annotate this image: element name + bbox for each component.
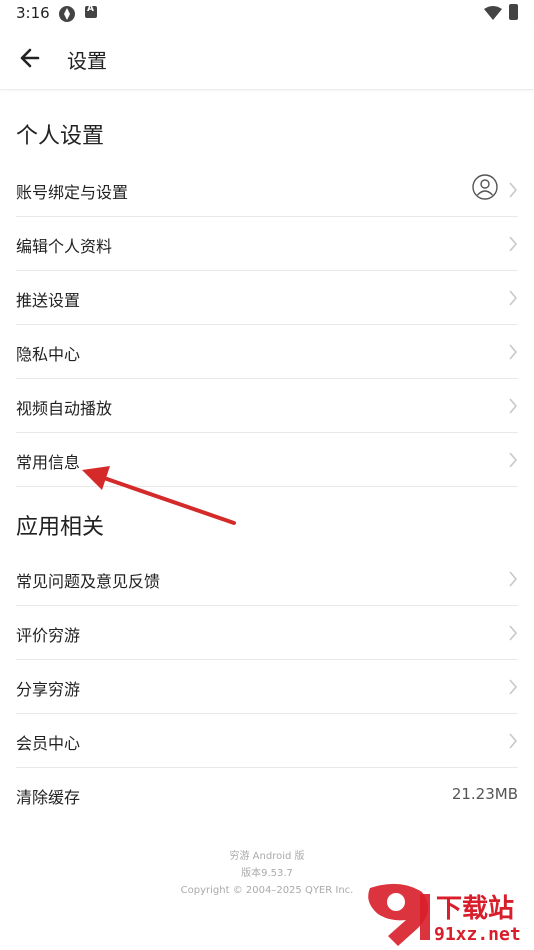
row-label: 账号绑定与设置 bbox=[16, 183, 129, 202]
chevron-right-icon bbox=[509, 452, 518, 468]
cache-size-value: 21.23MB bbox=[451, 785, 518, 803]
footer-app-name: 穷游 Android 版 bbox=[229, 851, 305, 862]
chevron-right-icon bbox=[509, 733, 518, 749]
watermark-text: 下载站 bbox=[436, 894, 515, 924]
chevron-right-icon bbox=[509, 625, 518, 641]
chevron-right-icon bbox=[509, 182, 518, 198]
watermark-url: 91xz.net bbox=[434, 924, 521, 945]
row-label: 常用信息 bbox=[16, 453, 81, 472]
settings-row-privacy[interactable]: 隐私中心 bbox=[16, 325, 518, 379]
row-label: 编辑个人资料 bbox=[16, 237, 113, 256]
settings-row-edit-profile[interactable]: 编辑个人资料 bbox=[16, 217, 518, 271]
a-notification-icon bbox=[85, 4, 97, 18]
row-label: 推送设置 bbox=[16, 291, 81, 310]
settings-row-faq-feedback[interactable]: 常见问题及意见反馈 bbox=[16, 552, 518, 606]
settings-row-common-info[interactable]: 常用信息 bbox=[16, 433, 518, 487]
settings-row-share-app[interactable]: 分享穷游 bbox=[16, 660, 518, 714]
page-title: 设置 bbox=[67, 49, 107, 73]
row-label: 常见问题及意见反馈 bbox=[16, 572, 161, 591]
back-arrow-icon[interactable] bbox=[14, 43, 48, 73]
chevron-right-icon bbox=[509, 344, 518, 360]
row-label: 视频自动播放 bbox=[16, 399, 113, 418]
section-title-app: 应用相关 bbox=[16, 515, 105, 540]
chevron-right-icon bbox=[509, 236, 518, 252]
settings-row-rate-app[interactable]: 评价穷游 bbox=[16, 606, 518, 660]
avatar-icon bbox=[472, 174, 498, 200]
settings-row-clear-cache[interactable]: 清除缓存 21.23MB bbox=[16, 768, 518, 822]
section-title-personal: 个人设置 bbox=[16, 124, 105, 149]
settings-row-video-autoplay[interactable]: 视频自动播放 bbox=[16, 379, 518, 433]
status-bar: 3:16 bbox=[0, 0, 534, 28]
settings-row-membership[interactable]: 会员中心 bbox=[16, 714, 518, 768]
app-bar: 设置 bbox=[0, 28, 534, 90]
settings-row-push[interactable]: 推送设置 bbox=[16, 271, 518, 325]
wifi-icon bbox=[484, 6, 502, 20]
app-notification-icon bbox=[59, 6, 75, 22]
row-label: 分享穷游 bbox=[16, 680, 81, 699]
chevron-right-icon bbox=[509, 398, 518, 414]
chevron-right-icon bbox=[509, 290, 518, 306]
row-label: 清除缓存 bbox=[16, 788, 81, 807]
row-label: 评价穷游 bbox=[16, 626, 81, 645]
chevron-right-icon bbox=[509, 679, 518, 695]
settings-row-account-binding[interactable]: 账号绑定与设置 bbox=[16, 163, 518, 217]
chevron-right-icon bbox=[509, 571, 518, 587]
status-time: 3:16 bbox=[16, 4, 50, 22]
battery-icon bbox=[509, 4, 518, 20]
row-label: 会员中心 bbox=[16, 734, 81, 753]
row-label: 隐私中心 bbox=[16, 345, 81, 364]
